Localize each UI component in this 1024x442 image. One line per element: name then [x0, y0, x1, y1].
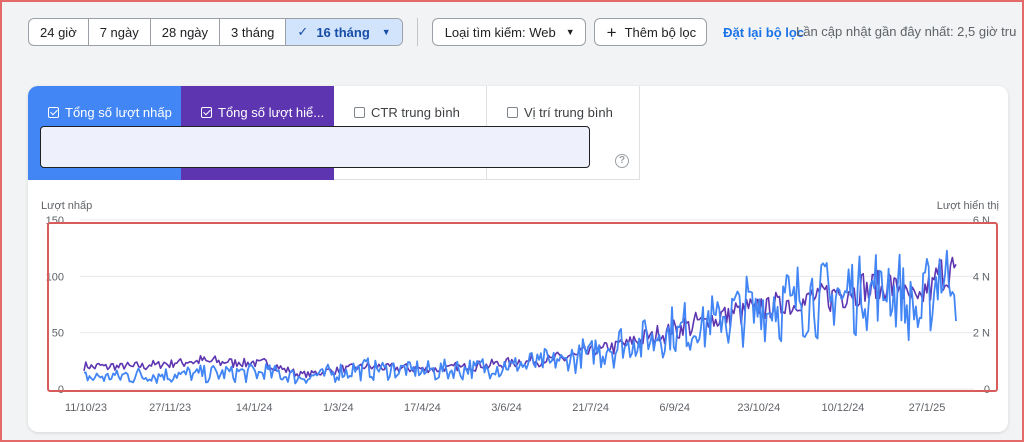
x-tick-label: 27/1/25	[909, 402, 946, 414]
performance-card: Tổng số lượt nhấp Tổng số lượt hiể... CT…	[28, 86, 1008, 432]
x-tick-label: 23/10/24	[737, 402, 780, 414]
x-tick-label: 1/3/24	[323, 402, 354, 414]
redacted-box	[40, 126, 590, 168]
checkbox-icon[interactable]	[507, 107, 518, 118]
range-7d-button[interactable]: 7 ngày	[89, 19, 151, 45]
range-16m-button[interactable]: ✓ 16 tháng ▼	[286, 19, 402, 45]
toolbar: 24 giờ 7 ngày 28 ngày 3 tháng ✓ 16 tháng…	[28, 17, 804, 47]
divider	[416, 18, 418, 46]
date-range-selector: 24 giờ 7 ngày 28 ngày 3 tháng ✓ 16 tháng…	[28, 18, 403, 46]
caret-down-icon: ▼	[381, 27, 391, 37]
chart-highlight-box	[47, 222, 998, 392]
x-tick-label: 11/10/23	[65, 402, 107, 414]
x-tick-label: 17/4/24	[404, 402, 441, 414]
reset-filters-link[interactable]: Đặt lại bộ lọc	[723, 25, 804, 40]
checkbox-icon[interactable]	[201, 107, 212, 118]
range-28d-button[interactable]: 28 ngày	[151, 19, 221, 45]
add-filter-button[interactable]: + Thêm bộ lọc	[593, 18, 708, 46]
x-tick-label: 3/6/24	[491, 402, 522, 414]
x-tick-label: 14/1/24	[236, 402, 273, 414]
x-tick-label: 27/11/23	[149, 402, 191, 414]
help-icon[interactable]: ?	[615, 154, 629, 168]
range-3m-button[interactable]: 3 tháng	[220, 19, 287, 45]
x-tick-label: 10/12/24	[821, 402, 864, 414]
checkbox-icon[interactable]	[48, 107, 59, 118]
search-type-dropdown[interactable]: Loại tìm kiếm: Web ▼	[431, 18, 586, 46]
range-24h-button[interactable]: 24 giờ	[29, 19, 89, 45]
last-updated-text: Lần cập nhật gần đây nhất: 2,5 giờ trước	[796, 24, 1016, 39]
caret-down-icon: ▼	[565, 27, 575, 37]
x-tick-label: 6/9/24	[659, 402, 690, 414]
x-tick-label: 21/7/24	[572, 402, 609, 414]
checkbox-icon[interactable]	[354, 107, 365, 118]
plus-icon: +	[606, 22, 617, 42]
check-icon: ✓	[297, 24, 309, 39]
